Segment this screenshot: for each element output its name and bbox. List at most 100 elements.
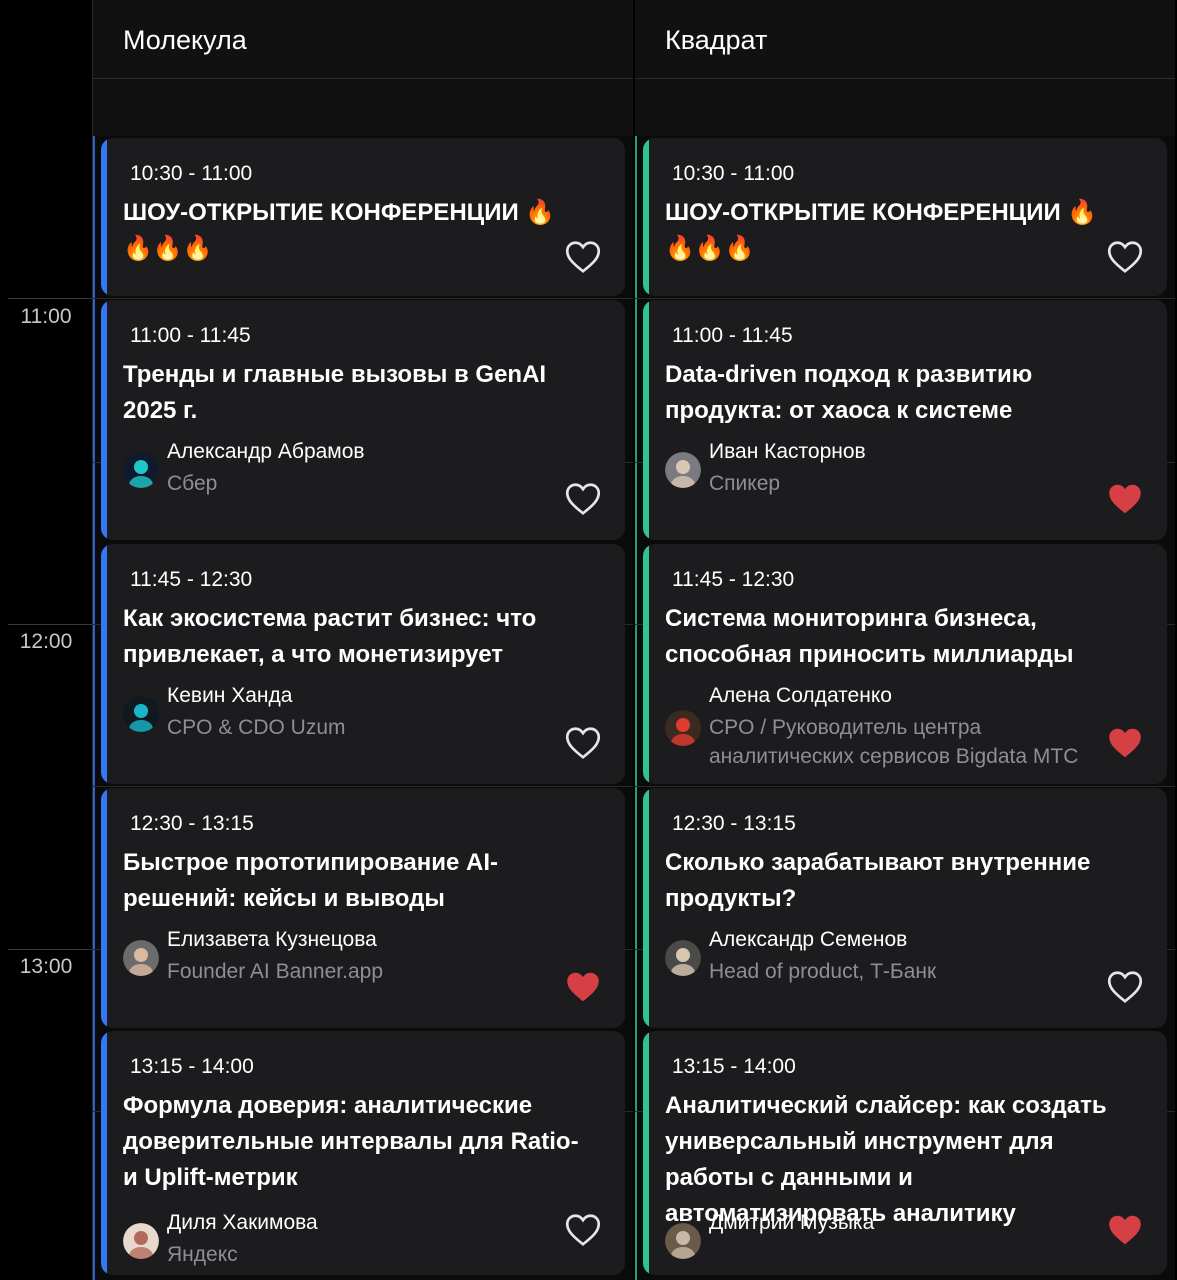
hour-line xyxy=(8,298,92,299)
speaker: Диля Хакимова Яндекс xyxy=(123,1211,593,1275)
favorite-heart-icon[interactable] xyxy=(565,482,601,516)
speaker-avatar xyxy=(665,940,701,976)
session-accent-bar xyxy=(101,300,107,540)
time-label: 11:00 xyxy=(20,305,72,328)
session-accent-bar xyxy=(101,544,107,784)
session-time: 11:45 - 12:30 xyxy=(130,568,253,591)
favorite-heart-icon[interactable] xyxy=(1107,970,1143,1004)
speaker-name: Александр Семенов xyxy=(709,928,908,951)
grid-line xyxy=(635,786,1175,787)
session-title: Быстрое прототипирование AI-решений: кей… xyxy=(123,849,499,912)
speaker-role: Head of product, Т-Банк xyxy=(709,960,937,983)
speaker: Кевин Ханда CPO & CDO Uzum xyxy=(123,684,593,764)
session-card[interactable]: 12:30 - 13:15 Сколько зарабатывают внутре… xyxy=(643,788,1167,1028)
session-time: 13:15 - 14:00 xyxy=(672,1055,796,1078)
speaker-role: Сбер xyxy=(167,472,218,495)
session-time: 10:30 - 11:00 xyxy=(672,162,795,185)
speaker-name: Александр Абрамов xyxy=(167,440,365,463)
favorite-heart-icon[interactable] xyxy=(565,726,601,760)
session-accent-bar xyxy=(643,544,649,784)
speaker: Дмитрий Музыка xyxy=(665,1211,1135,1275)
speaker: Иван Касторнов Спикер xyxy=(665,440,1135,520)
session-card[interactable]: 12:30 - 13:15 Быстрое прототипирование AI… xyxy=(101,788,625,1028)
session-card[interactable]: 11:45 - 12:30 Как экосистема растит бизне… xyxy=(101,544,625,784)
speaker-name: Диля Хакимова xyxy=(167,1211,318,1234)
session-time: 12:30 - 13:15 xyxy=(672,812,796,835)
session-card[interactable]: 11:45 - 12:30 Система мониторинга бизнеса… xyxy=(643,544,1167,784)
speaker-avatar xyxy=(123,696,159,732)
session-title: ШОУ-ОТКРЫТИЕ КОНФЕРЕНЦИИ 🔥🔥🔥🔥 xyxy=(665,199,1098,262)
speaker: Елизавета Кузнецова Founder AI Banner.app xyxy=(123,928,593,1008)
speaker-name: Елизавета Кузнецова xyxy=(167,928,377,951)
session-card[interactable]: 11:00 - 11:45 Тренды и главные вызовы в G… xyxy=(101,300,625,540)
session-title: ШОУ-ОТКРЫТИЕ КОНФЕРЕНЦИИ 🔥🔥🔥🔥 xyxy=(123,199,556,262)
session-time: 10:30 - 11:00 xyxy=(130,162,253,185)
speaker-avatar xyxy=(665,710,701,746)
grid-line xyxy=(635,298,1175,299)
session-card[interactable]: 11:00 - 11:45 Data-driven подход к развит… xyxy=(643,300,1167,540)
favorite-heart-icon-filled[interactable] xyxy=(565,970,601,1004)
time-label: 12:00 xyxy=(19,630,73,653)
session-time: 11:00 - 11:45 xyxy=(672,324,793,347)
speaker-name: Дмитрий Музыка xyxy=(709,1211,875,1234)
room-header-spacer xyxy=(635,79,1175,136)
speaker-avatar xyxy=(123,452,159,488)
speaker-name: Алена Солдатенко xyxy=(709,684,892,707)
session-accent-bar xyxy=(643,788,649,1028)
favorite-heart-icon[interactable] xyxy=(565,240,601,274)
room-header-spacer xyxy=(93,79,633,136)
grid-line xyxy=(93,298,633,299)
session-accent-bar xyxy=(643,300,649,540)
session-accent-bar xyxy=(101,138,107,296)
session-card[interactable]: 13:15 - 14:00 Аналитический слайсер: как … xyxy=(643,1031,1167,1275)
grid-line xyxy=(93,786,633,787)
speaker: Александр Абрамов Сбер xyxy=(123,440,593,520)
session-time: 13:15 - 14:00 xyxy=(130,1055,254,1078)
speaker-avatar xyxy=(123,940,159,976)
column-divider xyxy=(93,0,95,1280)
speaker-name: Иван Касторнов xyxy=(709,440,866,463)
room-column: Квадрат 10:30 - 11:00 ШОУ-ОТКРЫТИЕ КОНФЕРЕ… xyxy=(635,0,1175,1280)
favorite-heart-icon[interactable] xyxy=(565,1213,601,1247)
time-label: 13:00 xyxy=(19,955,73,978)
session-card[interactable]: 13:15 - 14:00 Формула доверия: аналитичес… xyxy=(101,1031,625,1275)
hour-line xyxy=(8,624,92,625)
room-title: Квадрат xyxy=(665,25,768,55)
speaker-role: Яндекс xyxy=(167,1243,238,1266)
session-accent-bar xyxy=(643,1031,649,1275)
room-title: Молекула xyxy=(123,25,247,55)
session-title: Система мониторинга бизнеса, способная п… xyxy=(665,605,1074,668)
session-title: Тренды и главные вызовы в GenAI 2025 г. xyxy=(123,361,547,424)
room-header: Молекула xyxy=(93,0,633,79)
session-title: Data-driven подход к развитию продукта: … xyxy=(665,361,1033,424)
time-axis: 11:00 12:00 13:00 xyxy=(0,0,93,1280)
favorite-heart-icon[interactable] xyxy=(1107,240,1143,274)
speaker-role: CPO & CDO Uzum xyxy=(167,716,346,739)
session-time: 11:00 - 11:45 xyxy=(130,324,251,347)
room-header: Квадрат xyxy=(635,0,1175,79)
session-card[interactable]: 10:30 - 11:00 ШОУ-ОТКРЫТИЕ КОНФЕРЕНЦИИ 🔥🔥… xyxy=(643,138,1167,296)
speaker-role: Спикер xyxy=(709,472,781,495)
speaker-avatar xyxy=(665,452,701,488)
session-accent-bar xyxy=(643,138,649,296)
speaker-role: CPO / Руководитель центра аналитических … xyxy=(709,716,1079,768)
room-column: Молекула 10:30 - 11:00 ШОУ-ОТКРЫТИЕ КОНФЕР… xyxy=(93,0,633,1280)
favorite-heart-icon-filled[interactable] xyxy=(1107,1213,1143,1247)
session-title: Как экосистема растит бизнес: что привле… xyxy=(123,605,537,668)
speaker: Алена Солдатенко CPO / Руководитель центр… xyxy=(665,684,1135,768)
favorite-heart-icon-filled[interactable] xyxy=(1107,482,1143,516)
favorite-heart-icon-filled[interactable] xyxy=(1107,726,1143,760)
session-card[interactable]: 10:30 - 11:00 ШОУ-ОТКРЫТИЕ КОНФЕРЕНЦИИ 🔥🔥… xyxy=(101,138,625,296)
hour-line xyxy=(8,949,92,950)
speaker-avatar xyxy=(123,1223,159,1259)
speaker-avatar xyxy=(665,1223,701,1259)
speaker: Александр Семенов Head of product, Т-Банк xyxy=(665,928,1135,1008)
session-title: Сколько зарабатывают внутренние продукты… xyxy=(665,849,1091,912)
speaker-name: Кевин Ханда xyxy=(167,684,293,707)
session-accent-bar xyxy=(101,1031,107,1275)
session-time: 11:45 - 12:30 xyxy=(672,568,795,591)
session-time: 12:30 - 13:15 xyxy=(130,812,254,835)
column-divider xyxy=(635,0,637,1280)
session-title: Формула доверия: аналитические доверител… xyxy=(123,1092,579,1191)
session-accent-bar xyxy=(101,788,107,1028)
